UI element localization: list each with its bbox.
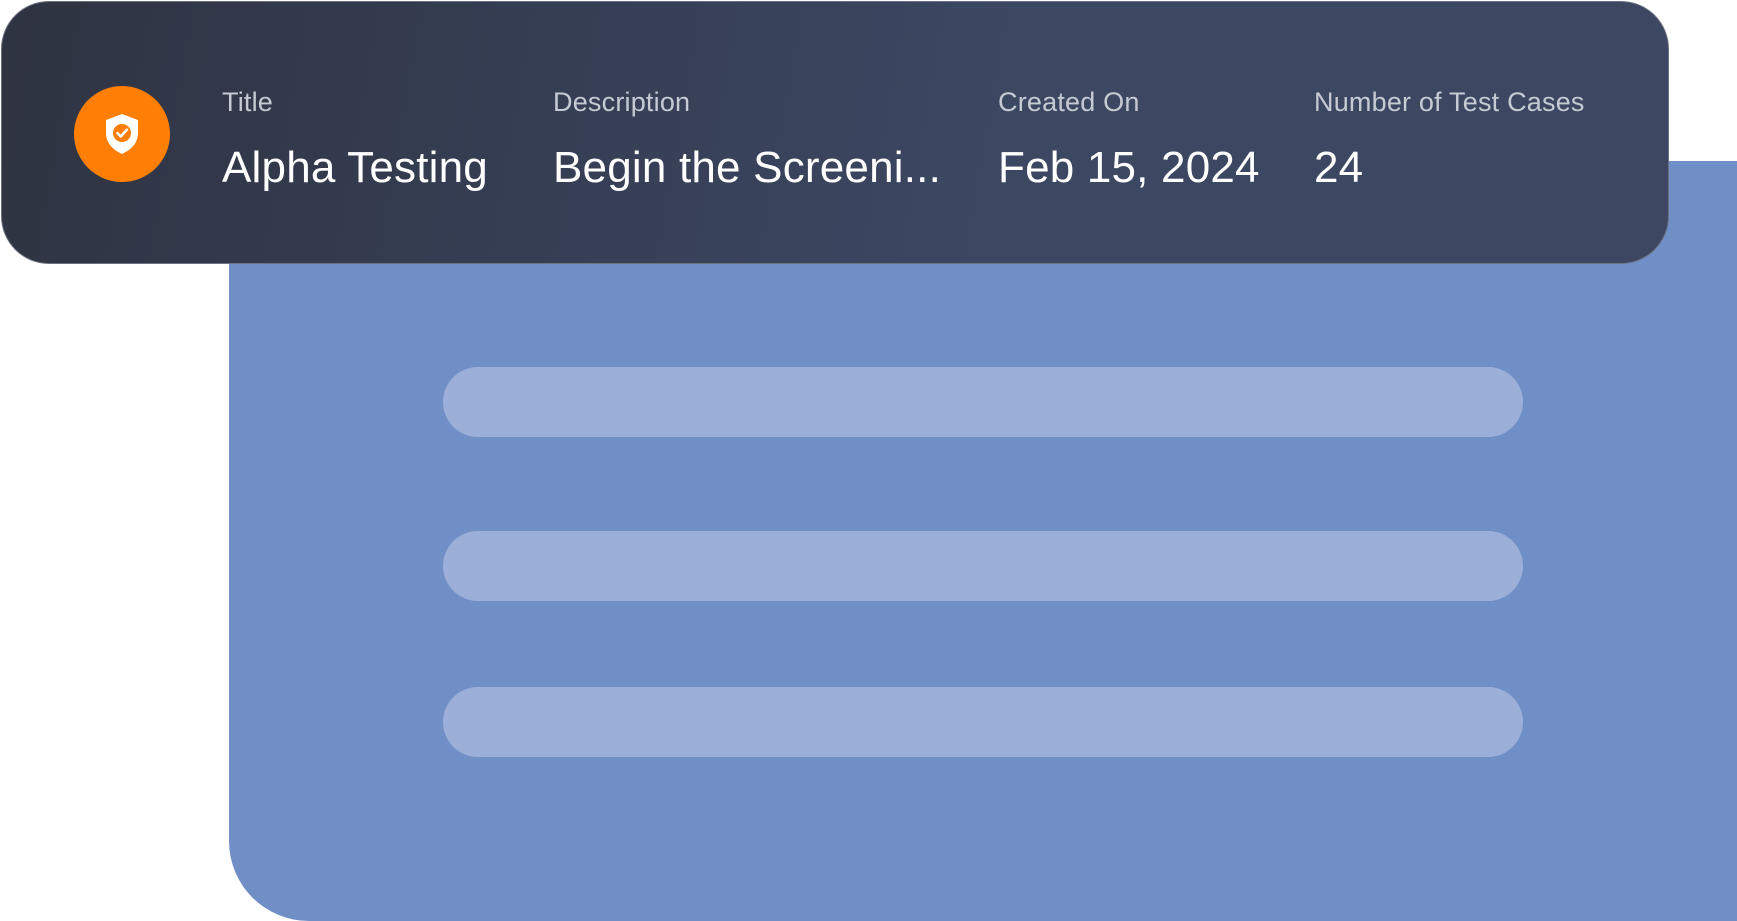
description-field: Description Begin the Screeni... xyxy=(553,86,941,194)
placeholder-bar xyxy=(443,367,1523,437)
title-label: Title xyxy=(222,87,274,117)
title-field: Title Alpha Testing xyxy=(222,86,488,194)
placeholder-bar xyxy=(443,531,1523,601)
created-on-label: Created On xyxy=(998,87,1140,117)
description-label: Description xyxy=(553,87,691,117)
created-on-field: Created On Feb 15, 2024 xyxy=(998,86,1260,194)
content-panel xyxy=(229,161,1737,921)
test-cases-label: Number of Test Cases xyxy=(1314,87,1585,117)
shield-check-icon xyxy=(74,86,170,182)
title-value: Alpha Testing xyxy=(222,143,488,192)
test-cases-field: Number of Test Cases 24 xyxy=(1314,86,1585,194)
created-on-value: Feb 15, 2024 xyxy=(998,143,1260,192)
placeholder-bar xyxy=(443,687,1523,757)
description-value: Begin the Screeni... xyxy=(553,143,942,192)
test-plan-card[interactable]: Title Alpha Testing Description Begin th… xyxy=(1,1,1669,264)
test-cases-value: 24 xyxy=(1314,143,1364,192)
